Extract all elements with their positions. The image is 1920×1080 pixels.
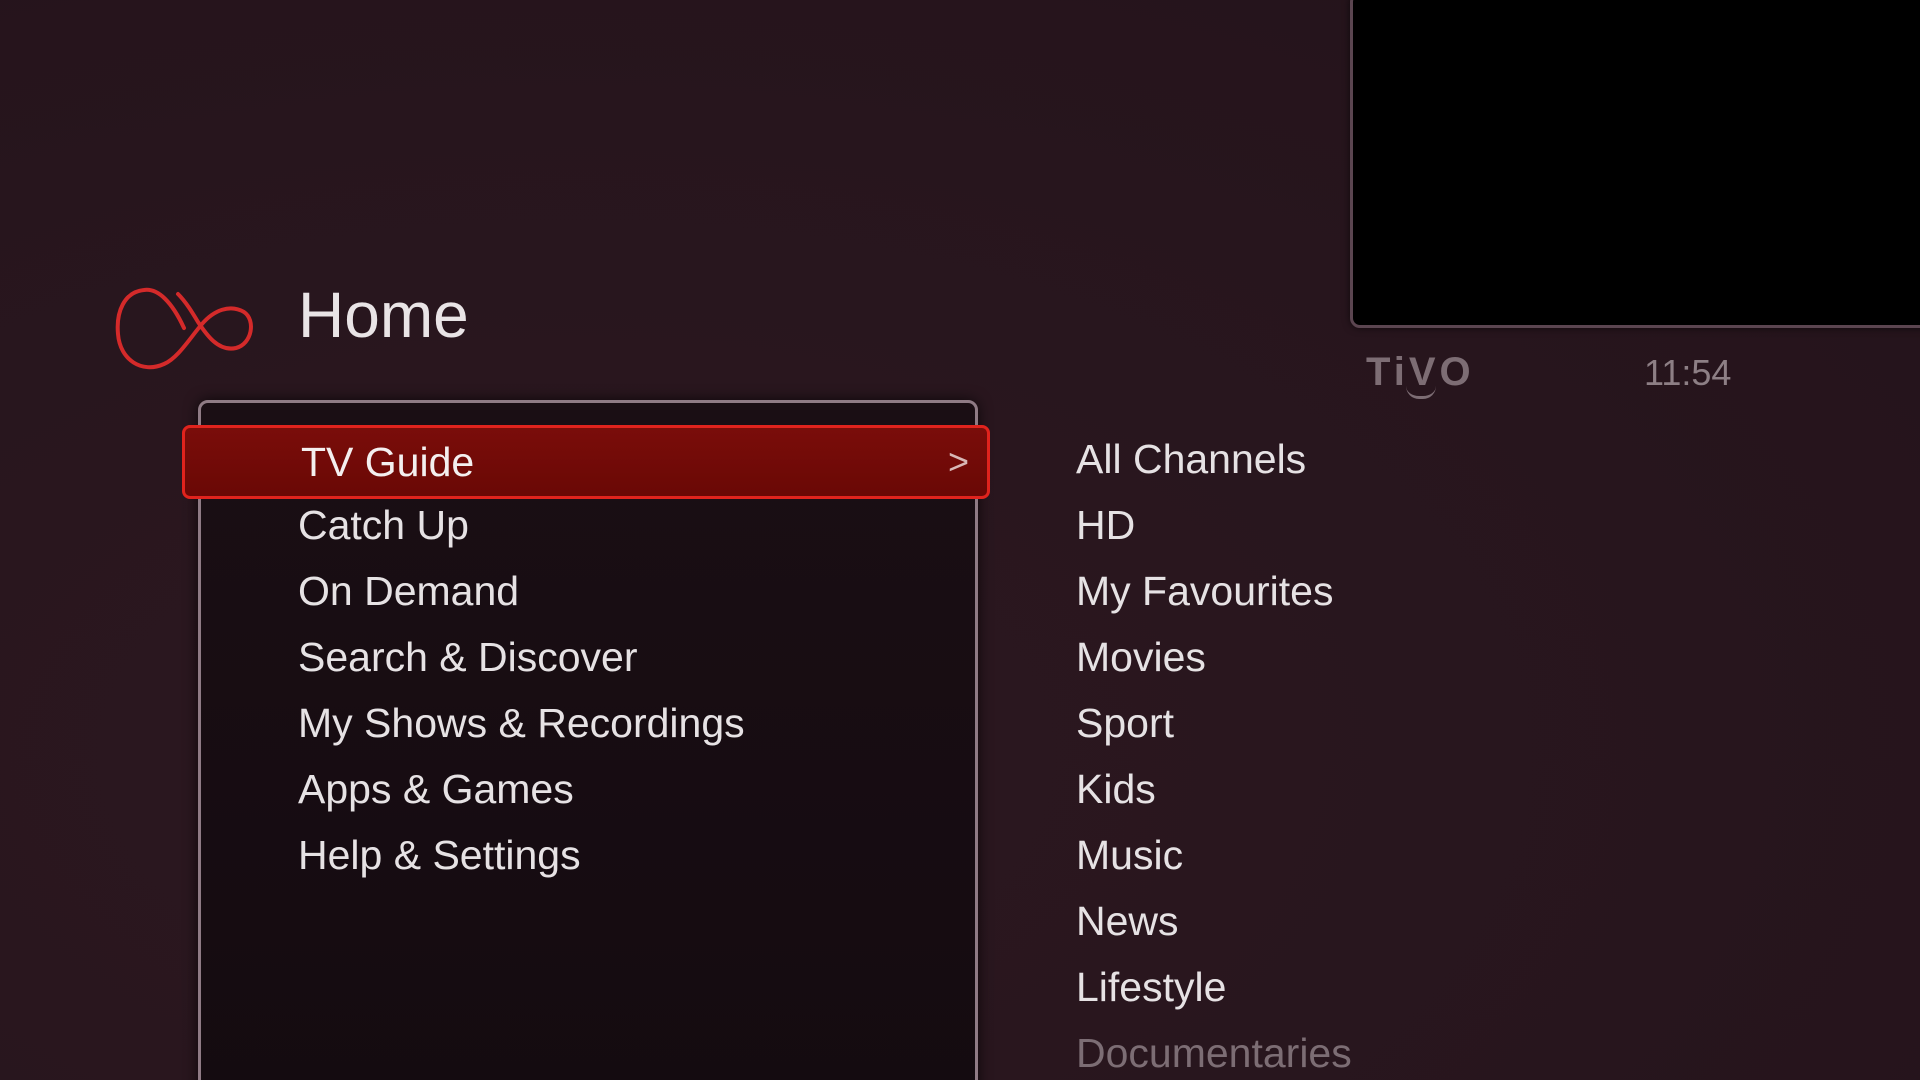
menu-item-tv-guide[interactable]: TV Guide > bbox=[182, 425, 990, 499]
menu-item-my-shows-recordings[interactable]: My Shows & Recordings bbox=[298, 690, 745, 756]
submenu-item-music[interactable]: Music bbox=[1076, 822, 1183, 888]
brand-smile-mark bbox=[1406, 386, 1436, 399]
menu-item-label: TV Guide bbox=[301, 439, 475, 485]
home-screen: Home TiVO 11:54 TV Guide > Catch Up On D… bbox=[0, 0, 1920, 1080]
chevron-right-icon: > bbox=[947, 441, 969, 482]
menu-item-catch-up[interactable]: Catch Up bbox=[298, 492, 469, 558]
submenu-item-news[interactable]: News bbox=[1076, 888, 1179, 954]
menu-item-search-discover[interactable]: Search & Discover bbox=[298, 624, 638, 690]
submenu-item-sport[interactable]: Sport bbox=[1076, 690, 1174, 756]
submenu-item-all-channels[interactable]: All Channels bbox=[1076, 426, 1306, 492]
menu-item-on-demand[interactable]: On Demand bbox=[298, 558, 519, 624]
submenu-item-hd[interactable]: HD bbox=[1076, 492, 1135, 558]
clock: 11:54 bbox=[1644, 352, 1732, 393]
submenu-item-my-favourites[interactable]: My Favourites bbox=[1076, 558, 1333, 624]
submenu-item-movies[interactable]: Movies bbox=[1076, 624, 1206, 690]
menu-item-apps-games[interactable]: Apps & Games bbox=[298, 756, 574, 822]
infinity-logo-icon bbox=[115, 287, 253, 370]
live-tv-preview[interactable] bbox=[1350, 0, 1920, 328]
page-title: Home bbox=[298, 279, 469, 351]
submenu-item-lifestyle[interactable]: Lifestyle bbox=[1076, 954, 1226, 1020]
submenu-item-documentaries[interactable]: Documentaries bbox=[1076, 1020, 1352, 1080]
menu-item-help-settings[interactable]: Help & Settings bbox=[298, 822, 581, 888]
submenu-item-kids[interactable]: Kids bbox=[1076, 756, 1156, 822]
